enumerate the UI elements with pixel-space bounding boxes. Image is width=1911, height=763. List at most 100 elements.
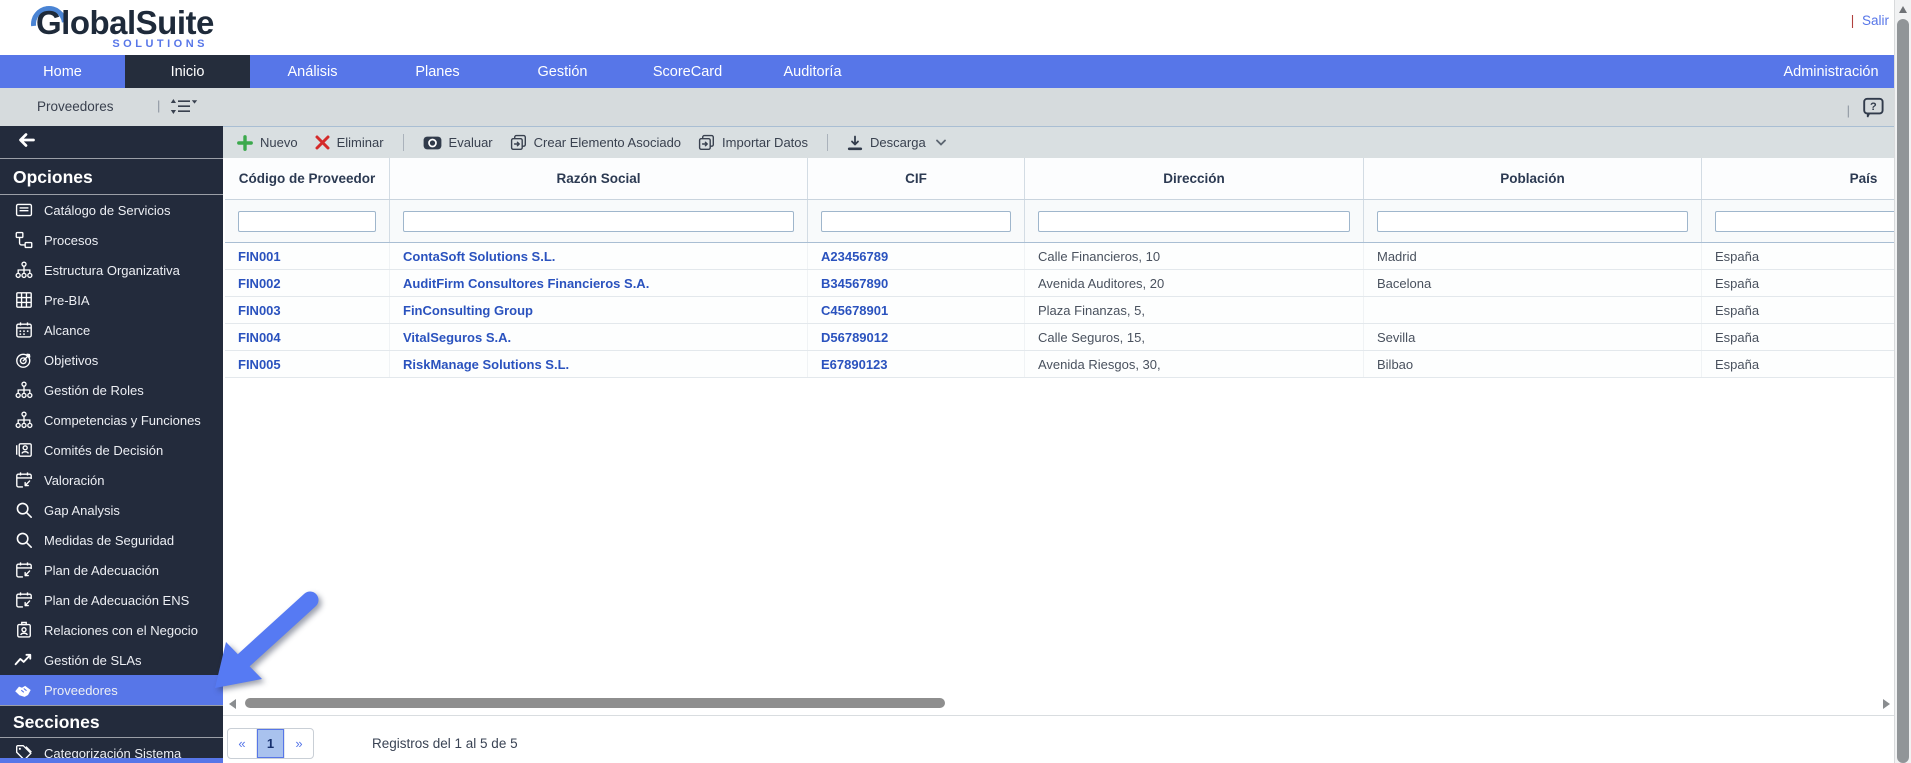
toolbar-separator	[402, 134, 404, 151]
provider-link-cell[interactable]: VitalSeguros S.A.	[390, 324, 808, 350]
vertical-scrollbar-thumb[interactable]	[1897, 19, 1909, 763]
logout-link[interactable]: Salir	[1862, 13, 1889, 28]
provider-link-cell[interactable]: B34567890	[808, 270, 1025, 296]
column-header[interactable]: CIF	[808, 158, 1025, 199]
toolbar-button[interactable]: Importar Datos	[696, 134, 810, 151]
provider-link-cell[interactable]: FIN005	[225, 351, 390, 377]
filter-input[interactable]	[403, 210, 794, 232]
line-chart-icon	[14, 651, 33, 670]
sidebar-item[interactable]: Estructura Organizativa	[0, 255, 223, 285]
toolbar-separator	[827, 134, 829, 151]
table-row: FIN001 ContaSoft Solutions S.L. A23456789 C…	[225, 243, 1911, 270]
help-icon[interactable]: ?	[1862, 96, 1885, 124]
horizontal-scrollbar[interactable]	[223, 696, 1909, 712]
toolbar-button[interactable]: Descarga	[845, 135, 948, 151]
nav-item[interactable]: Inicio	[125, 55, 250, 88]
provider-link-cell[interactable]: FIN002	[225, 270, 390, 296]
sidebar-collapse-button[interactable]	[0, 126, 223, 159]
filter-cell	[225, 200, 390, 242]
nav-items: Home Inicio Análisis Planes Gestión Scor…	[0, 55, 875, 88]
nav-item[interactable]: Home	[0, 55, 125, 88]
scroll-right-arrow-icon[interactable]	[1883, 699, 1890, 709]
provider-link-cell[interactable]: D56789012	[808, 324, 1025, 350]
column-header[interactable]: Código de Proveedor	[225, 158, 390, 199]
filter-input[interactable]	[1377, 210, 1688, 232]
nav-item-administracion[interactable]: Administración	[1757, 55, 1905, 88]
provider-link-cell[interactable]: FinConsulting Group	[390, 297, 808, 323]
column-header[interactable]: País	[1702, 158, 1911, 199]
provider-link-cell[interactable]: FIN004	[225, 324, 390, 350]
nav-item[interactable]: Análisis	[250, 55, 375, 88]
main-nav: Home Inicio Análisis Planes Gestión Scor…	[0, 55, 1911, 88]
horizontal-scrollbar-thumb[interactable]	[245, 698, 945, 708]
pagination-next-button[interactable]: »	[284, 729, 313, 758]
sidebar-item[interactable]: Plan de Adecuación	[0, 555, 223, 585]
provider-link-cell[interactable]: FIN001	[225, 243, 390, 269]
table-filter-row	[225, 200, 1911, 243]
toolbar-button[interactable]: Eliminar	[313, 135, 386, 150]
table-cell: Bacelona	[1364, 270, 1702, 296]
nav-item[interactable]: Gestión	[500, 55, 625, 88]
sidebar-item[interactable]: Catálogo de Servicios	[0, 195, 223, 225]
filter-input[interactable]	[1038, 210, 1350, 232]
filter-input[interactable]	[821, 210, 1011, 232]
nav-item[interactable]: Auditoría	[750, 55, 875, 88]
sidebar-item[interactable]: Competencias y Funciones	[0, 405, 223, 435]
breadcrumb-right: | ?	[1847, 96, 1885, 124]
sidebar-item[interactable]: Comités de Decisión	[0, 435, 223, 465]
column-header[interactable]: Población	[1364, 158, 1702, 199]
table-cell: España	[1702, 297, 1911, 323]
download-icon	[847, 135, 863, 151]
scroll-left-arrow-icon[interactable]	[229, 699, 236, 709]
column-header[interactable]: Dirección	[1025, 158, 1364, 199]
globalsuite-logo[interactable]: GlobalSuite SOLUTIONS	[23, 0, 214, 50]
sidebar-options-items: Catálogo de Servicios Procesos Estructur…	[0, 195, 223, 705]
sidebar-item[interactable]: Gap Analysis	[0, 495, 223, 525]
scroll-up-arrow-icon[interactable]	[1899, 6, 1907, 13]
sidebar-options-heading: Opciones	[0, 159, 223, 195]
pagination: « 1 » Registros del 1 al 5 de 5	[227, 728, 518, 759]
org-tree-icon	[14, 261, 33, 280]
list-sort-icon[interactable]	[170, 98, 198, 120]
providers-table: Código de Proveedor Razón Social CIF Direcc…	[225, 158, 1911, 518]
provider-link-cell[interactable]: RiskManage Solutions S.L.	[390, 351, 808, 377]
table-cell: Avenida Auditores, 20	[1025, 270, 1364, 296]
sidebar-item[interactable]: Plan de Adecuación ENS	[0, 585, 223, 615]
filter-input[interactable]	[1715, 210, 1911, 232]
filter-input[interactable]	[238, 210, 376, 232]
table-cell: Avenida Riesgos, 30,	[1025, 351, 1364, 377]
vertical-scrollbar[interactable]	[1894, 0, 1911, 763]
toolbar-button[interactable]: Crear Elemento Asociado	[508, 134, 683, 151]
breadcrumb-separator: |	[157, 98, 161, 113]
provider-link-cell[interactable]: FIN003	[225, 297, 390, 323]
sidebar-item[interactable]: Gestión de SLAs	[0, 645, 223, 675]
nav-item[interactable]: Planes	[375, 55, 500, 88]
pagination-controls: « 1 »	[227, 728, 314, 759]
provider-link-cell[interactable]: A23456789	[808, 243, 1025, 269]
provider-link-cell[interactable]: ContaSoft Solutions S.L.	[390, 243, 808, 269]
sidebar-item[interactable]: Procesos	[0, 225, 223, 255]
sidebar-item[interactable]: Proveedores	[0, 675, 223, 705]
sidebar-item[interactable]: Pre-BIA	[0, 285, 223, 315]
sidebar-item[interactable]: Gestión de Roles	[0, 375, 223, 405]
column-header[interactable]: Razón Social	[390, 158, 808, 199]
provider-link-cell[interactable]: E67890123	[808, 351, 1025, 377]
toolbar-button[interactable]: Evaluar	[421, 135, 495, 150]
sidebar-item[interactable]: Medidas de Seguridad	[0, 525, 223, 555]
table-cell: Calle Seguros, 15,	[1025, 324, 1364, 350]
sidebar-item[interactable]: Alcance	[0, 315, 223, 345]
nav-item[interactable]: ScoreCard	[625, 55, 750, 88]
provider-link-cell[interactable]: C45678901	[808, 297, 1025, 323]
copy-element-icon	[510, 134, 527, 151]
filter-cell	[1025, 200, 1364, 242]
pager-divider	[223, 715, 1911, 716]
pagination-current-page[interactable]: 1	[257, 729, 284, 758]
table-cell: España	[1702, 270, 1911, 296]
sidebar-item[interactable]: Objetivos	[0, 345, 223, 375]
toolbar-button[interactable]: Nuevo	[235, 134, 300, 151]
provider-link-cell[interactable]: AuditFirm Consultores Financieros S.A.	[390, 270, 808, 296]
pagination-first-button[interactable]: «	[228, 729, 257, 758]
sidebar-item[interactable]: Valoración	[0, 465, 223, 495]
sidebar-item[interactable]: Relaciones con el Negocio	[0, 615, 223, 645]
